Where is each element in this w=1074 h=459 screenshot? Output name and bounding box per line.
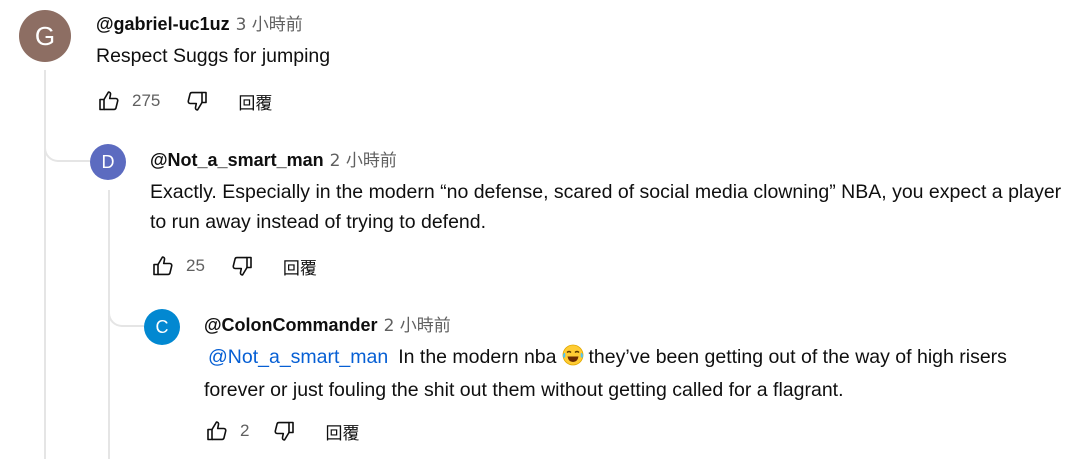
comment-top-level: @gabriel-uc1uz 3 小時前 Respect Suggs for j… xyxy=(96,10,1056,71)
comment-text-part: In the modern nba xyxy=(398,346,557,368)
comment-reply: @ColonCommander 2 小時前 @Not_a_smart_man In… xyxy=(204,311,1044,405)
avatar[interactable]: G xyxy=(19,10,71,62)
dislike-button[interactable] xyxy=(184,88,210,114)
thumb-down-icon xyxy=(274,421,295,441)
like-button[interactable] xyxy=(96,88,122,114)
like-count: 2 xyxy=(240,421,250,440)
comment-text: Respect Suggs for jumping xyxy=(96,45,331,67)
reply-button[interactable]: 回覆 xyxy=(283,254,317,279)
comment-actions: 25 回覆 xyxy=(150,253,317,279)
thread-connector-reply-1 xyxy=(44,118,90,162)
comment-timestamp[interactable]: 2 小時前 xyxy=(384,311,451,336)
like-count: 275 xyxy=(132,91,161,110)
avatar[interactable]: D xyxy=(90,144,126,180)
like-count: 25 xyxy=(186,256,205,275)
reply-button[interactable]: 回覆 xyxy=(325,419,359,444)
comment-header: @Not_a_smart_man 2 小時前 xyxy=(150,146,1070,171)
comment-timestamp[interactable]: 3 小時前 xyxy=(236,10,303,35)
thumb-up-icon xyxy=(153,256,173,276)
face-with-tears-of-joy-icon xyxy=(561,344,585,375)
comment-actions: 2 回覆 xyxy=(204,418,359,444)
avatar-letter: D xyxy=(101,151,115,172)
avatar-letter: C xyxy=(155,316,169,337)
comment-text: Exactly. Especially in the modern “no de… xyxy=(150,181,1062,233)
reply-button[interactable]: 回覆 xyxy=(238,89,272,114)
like-button[interactable] xyxy=(150,253,176,279)
thumb-up-icon xyxy=(99,91,119,111)
comment-author[interactable]: @gabriel-uc1uz xyxy=(96,14,230,35)
comment-author[interactable]: @ColonCommander xyxy=(204,315,378,336)
thread-line-level-2 xyxy=(108,190,110,459)
comment-actions: 275 回覆 xyxy=(96,88,272,114)
avatar-letter: G xyxy=(34,20,56,51)
comment-author[interactable]: @Not_a_smart_man xyxy=(150,150,324,171)
comment-text: @Not_a_smart_man In the modern nba they’v… xyxy=(204,342,1044,405)
thread-connector-reply-2 xyxy=(108,283,144,327)
thumb-up-icon xyxy=(207,421,227,441)
dislike-button[interactable] xyxy=(271,418,297,444)
dislike-button[interactable] xyxy=(229,253,255,279)
comment-header: @ColonCommander 2 小時前 xyxy=(204,311,1044,336)
thumb-down-icon xyxy=(232,256,252,276)
avatar[interactable]: C xyxy=(144,309,180,345)
comment-header: @gabriel-uc1uz 3 小時前 xyxy=(96,10,1056,35)
comment-reply: @Not_a_smart_man 2 小時前 Exactly. Especial… xyxy=(150,146,1070,237)
comment-timestamp[interactable]: 2 小時前 xyxy=(330,146,397,171)
like-button[interactable] xyxy=(204,418,230,444)
thumb-down-icon xyxy=(187,91,208,111)
mention-link[interactable]: @Not_a_smart_man xyxy=(208,346,388,368)
